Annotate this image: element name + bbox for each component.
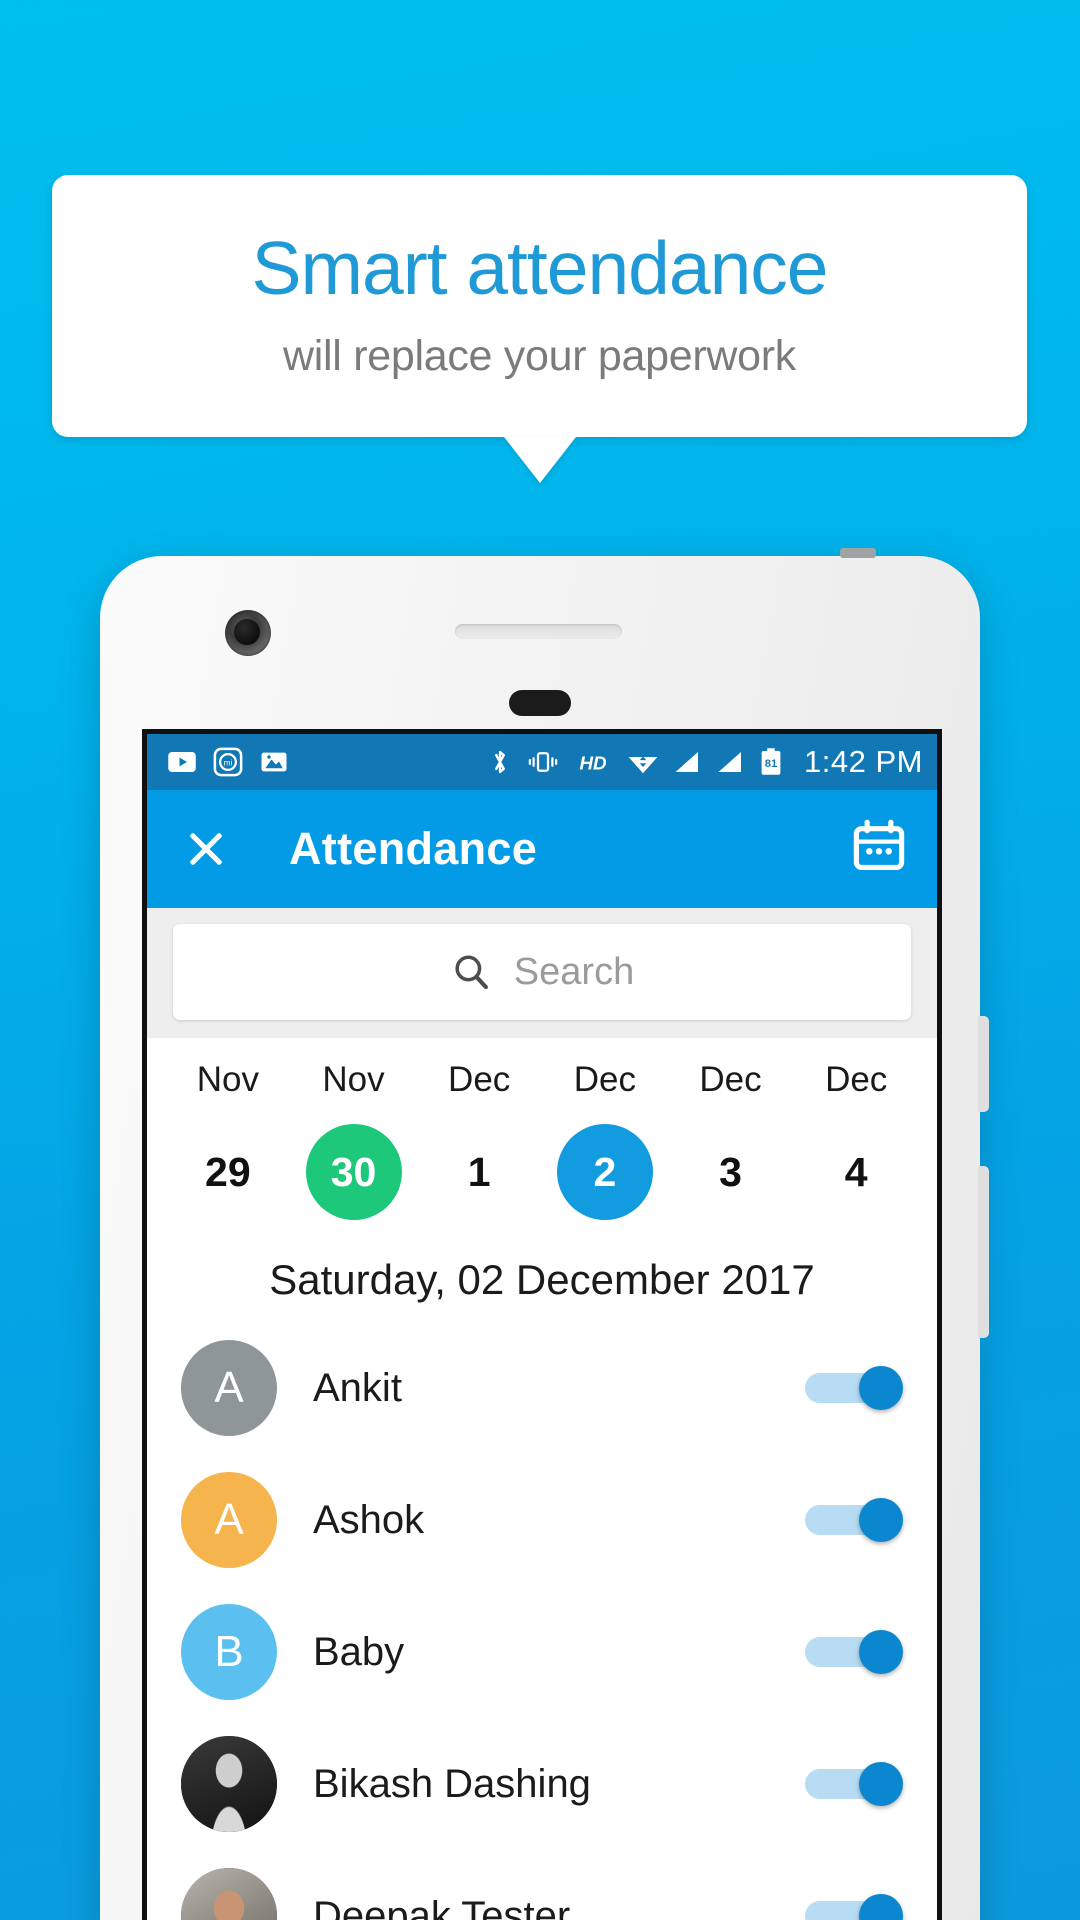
date-cell-month: Dec	[448, 1060, 511, 1099]
status-bar-clock: 1:42 PM	[804, 744, 923, 779]
promo-bubble-tail	[504, 437, 576, 483]
phone-power-button	[978, 1166, 989, 1338]
attendance-toggle[interactable]	[805, 1762, 903, 1806]
date-cell-dec-1[interactable]: Dec 1	[416, 1060, 542, 1220]
date-strip: Nov 29 Nov 30 Dec 1 Dec 2 Dec 3 Dec 4	[147, 1038, 937, 1230]
phone-volume-button	[978, 1016, 989, 1112]
avatar	[181, 1736, 277, 1832]
search-input[interactable]: Search	[173, 924, 911, 1020]
date-cell-day: 3	[719, 1148, 742, 1195]
avatar-initial: A	[214, 1363, 244, 1412]
attendee-name: Bikash Dashing	[313, 1761, 591, 1806]
promo-banner: Smart attendance will replace your paper…	[52, 175, 1027, 437]
attendance-toggle[interactable]	[805, 1366, 903, 1410]
date-cell-month: Dec	[573, 1060, 636, 1099]
svg-text:mi: mi	[224, 758, 233, 767]
phone-screen: mi HD 81 1:42 PM Attendance Search Nov 2…	[142, 729, 942, 1920]
hd-icon: HD	[580, 753, 608, 774]
front-camera-icon	[225, 610, 271, 656]
attendance-toggle[interactable]	[805, 1498, 903, 1542]
avatar-initial: A	[214, 1495, 244, 1544]
battery-level-text: 81	[765, 758, 778, 770]
date-cell-dec-4[interactable]: Dec 4	[793, 1060, 919, 1220]
avatar-initial: B	[214, 1627, 244, 1676]
status-bar: mi HD 81 1:42 PM	[147, 734, 937, 790]
attendee-list: A Ankit A Ashok B Baby Bikash Dashing Deepak Te…	[147, 1322, 937, 1920]
toggle-knob	[859, 1498, 903, 1542]
toggle-knob	[859, 1762, 903, 1806]
earpiece-speaker	[455, 624, 622, 639]
promo-subtitle: will replace your paperwork	[283, 332, 796, 380]
date-cell-day: 2	[556, 1124, 653, 1220]
phone-top-nub	[840, 548, 876, 558]
date-cell-dec-2[interactable]: Dec 2	[542, 1060, 668, 1220]
gallery-icon	[261, 752, 287, 772]
date-cell-nov-30[interactable]: Nov 30	[291, 1060, 417, 1220]
date-cell-day: 4	[844, 1148, 868, 1195]
search-placeholder: Search	[513, 950, 635, 993]
date-cell-day: 29	[205, 1148, 251, 1195]
attendee-name: Ankit	[313, 1365, 402, 1410]
search-icon	[455, 955, 488, 990]
toggle-knob	[859, 1630, 903, 1674]
toggle-knob	[859, 1366, 903, 1410]
attendee-row[interactable]: A Ashok	[147, 1454, 937, 1586]
attendee-row[interactable]: B Baby	[147, 1586, 937, 1718]
date-cell-nov-29[interactable]: Nov 29	[165, 1060, 291, 1220]
close-icon[interactable]	[185, 828, 227, 870]
status-bar-system-icons: HD 81 1:42 PM	[487, 744, 923, 780]
avatar: B	[181, 1604, 277, 1700]
bluetooth-icon	[495, 750, 505, 774]
signal-icon-1	[675, 752, 699, 772]
avatar	[181, 1868, 277, 1920]
vibrate-icon	[528, 752, 558, 772]
date-cell-dec-3[interactable]: Dec 3	[668, 1060, 794, 1220]
mi-cleaner-icon: mi	[213, 747, 243, 777]
date-cell-day: 30	[305, 1124, 402, 1220]
search-section: Search	[147, 908, 937, 1038]
attendee-name: Deepak Tester	[313, 1893, 571, 1920]
date-cell-day: 1	[467, 1148, 491, 1195]
avatar: A	[181, 1472, 277, 1568]
calendar-icon[interactable]	[851, 819, 907, 880]
proximity-sensor	[509, 690, 571, 716]
battery-icon: 81	[761, 748, 781, 775]
date-cell-month: Dec	[699, 1060, 762, 1099]
app-bar: Attendance	[147, 790, 937, 908]
signal-icon-2	[718, 752, 742, 772]
youtube-icon	[168, 752, 196, 772]
selected-date-header: Saturday, 02 December 2017	[147, 1230, 937, 1322]
status-bar-notifications: mi	[167, 747, 289, 777]
attendee-name: Baby	[313, 1629, 405, 1674]
avatar: A	[181, 1340, 277, 1436]
svg-text:HD: HD	[580, 753, 608, 774]
avatar-photo	[181, 1736, 277, 1832]
attendee-row[interactable]: Deepak Tester	[147, 1850, 937, 1920]
avatar-photo	[181, 1868, 277, 1920]
attendee-row[interactable]: A Ankit	[147, 1322, 937, 1454]
attendance-toggle[interactable]	[805, 1630, 903, 1674]
attendee-row[interactable]: Bikash Dashing	[147, 1718, 937, 1850]
toggle-knob	[859, 1894, 903, 1920]
date-cell-month: Nov	[322, 1060, 385, 1099]
attendance-toggle[interactable]	[805, 1894, 903, 1920]
page-title: Attendance	[289, 823, 538, 874]
attendee-name: Ashok	[313, 1497, 425, 1542]
promo-title: Smart attendance	[251, 226, 828, 310]
date-cell-month: Nov	[196, 1060, 259, 1099]
wifi-icon	[628, 756, 658, 774]
date-cell-month: Dec	[825, 1060, 888, 1099]
